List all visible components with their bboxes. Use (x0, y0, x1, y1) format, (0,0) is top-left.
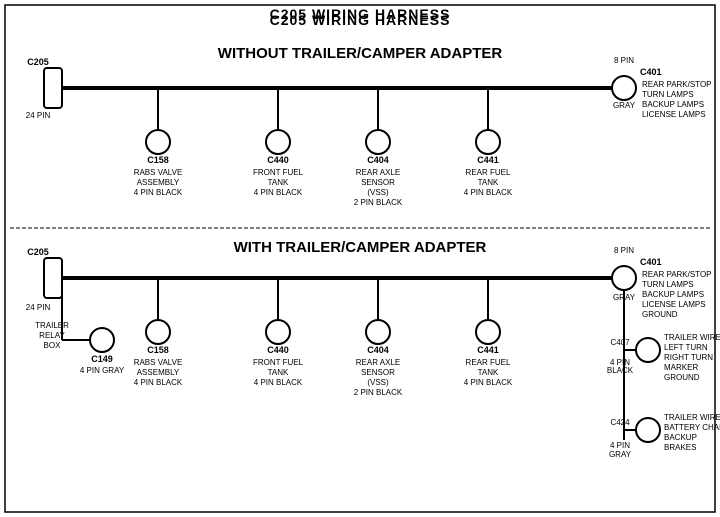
svg-text:GROUND: GROUND (642, 310, 678, 319)
svg-text:TURN LAMPS: TURN LAMPS (642, 280, 694, 289)
svg-text:REAR AXLE: REAR AXLE (356, 168, 400, 177)
svg-text:C404: C404 (367, 345, 389, 355)
svg-text:BLACK: BLACK (607, 366, 634, 375)
svg-text:4 PIN BLACK: 4 PIN BLACK (464, 188, 513, 197)
page-title: C205 WIRING HARNESS (0, 6, 720, 28)
svg-text:(VSS): (VSS) (367, 378, 389, 387)
svg-text:4 PIN GRAY: 4 PIN GRAY (80, 366, 125, 375)
svg-text:4 PIN BLACK: 4 PIN BLACK (254, 188, 303, 197)
svg-text:TRAILER WIRES: TRAILER WIRES (664, 413, 720, 422)
svg-text:RIGHT TURN: RIGHT TURN (664, 353, 713, 362)
svg-text:SENSOR: SENSOR (361, 178, 395, 187)
svg-text:BACKUP: BACKUP (664, 433, 697, 442)
svg-text:C441: C441 (477, 345, 499, 355)
svg-text:C407: C407 (610, 338, 630, 347)
svg-text:BRAKES: BRAKES (664, 443, 696, 452)
svg-text:8 PIN: 8 PIN (614, 56, 634, 65)
svg-text:REAR AXLE: REAR AXLE (356, 358, 400, 367)
svg-text:GRAY: GRAY (613, 101, 636, 110)
svg-text:RABS VALVE: RABS VALVE (134, 358, 183, 367)
svg-text:C440: C440 (267, 345, 289, 355)
svg-text:MARKER: MARKER (664, 363, 698, 372)
svg-text:WITH TRAILER/CAMPER ADAPTER: WITH TRAILER/CAMPER ADAPTER (234, 239, 487, 256)
svg-text:C158: C158 (147, 155, 169, 165)
svg-text:8 PIN: 8 PIN (614, 246, 634, 255)
svg-text:ASSEMBLY: ASSEMBLY (137, 178, 180, 187)
svg-text:TANK: TANK (478, 368, 499, 377)
svg-text:REAR FUEL: REAR FUEL (466, 358, 511, 367)
svg-text:C205: C205 (27, 57, 49, 67)
svg-text:LEFT TURN: LEFT TURN (664, 343, 708, 352)
svg-text:4 PIN BLACK: 4 PIN BLACK (464, 378, 513, 387)
svg-text:GROUND: GROUND (664, 373, 700, 382)
svg-text:4 PIN: 4 PIN (610, 441, 630, 450)
svg-text:TRAILER: TRAILER (35, 321, 69, 330)
svg-text:4 PIN BLACK: 4 PIN BLACK (254, 378, 303, 387)
svg-text:(VSS): (VSS) (367, 188, 389, 197)
svg-text:C441: C441 (477, 155, 499, 165)
svg-text:2 PIN BLACK: 2 PIN BLACK (354, 198, 403, 207)
svg-text:SENSOR: SENSOR (361, 368, 395, 377)
svg-text:TURN LAMPS: TURN LAMPS (642, 90, 694, 99)
svg-text:FRONT FUEL: FRONT FUEL (253, 358, 304, 367)
svg-text:4 PIN BLACK: 4 PIN BLACK (134, 378, 183, 387)
svg-text:LICENSE LAMPS: LICENSE LAMPS (642, 110, 706, 119)
svg-text:2 PIN BLACK: 2 PIN BLACK (354, 388, 403, 397)
svg-text:C158: C158 (147, 345, 169, 355)
svg-text:GRAY: GRAY (609, 450, 632, 459)
svg-text:C401: C401 (640, 257, 662, 267)
svg-text:BACKUP LAMPS: BACKUP LAMPS (642, 290, 704, 299)
svg-text:FRONT FUEL: FRONT FUEL (253, 168, 304, 177)
svg-text:BOX: BOX (44, 341, 62, 350)
svg-text:RELAY: RELAY (39, 331, 65, 340)
svg-text:C424: C424 (610, 418, 630, 427)
svg-text:RABS VALVE: RABS VALVE (134, 168, 183, 177)
svg-text:ASSEMBLY: ASSEMBLY (137, 368, 180, 377)
svg-text:C440: C440 (267, 155, 289, 165)
top-section-label: WITHOUT TRAILER/CAMPER ADAPTER (218, 45, 503, 62)
svg-text:TANK: TANK (268, 178, 289, 187)
svg-text:BATTERY CHARGE: BATTERY CHARGE (664, 423, 720, 432)
svg-text:C401: C401 (640, 67, 662, 77)
svg-text:C149: C149 (91, 354, 113, 364)
svg-text:TANK: TANK (478, 178, 499, 187)
svg-text:24 PIN: 24 PIN (26, 303, 51, 312)
svg-text:C404: C404 (367, 155, 389, 165)
svg-text:REAR FUEL: REAR FUEL (466, 168, 511, 177)
svg-text:TANK: TANK (268, 368, 289, 377)
svg-text:C205: C205 (27, 247, 49, 257)
diagram: C205 WIRING HARNESS WITHOUT TRAILER/CAMP… (0, 0, 720, 517)
svg-text:REAR PARK/STOP: REAR PARK/STOP (642, 270, 712, 279)
svg-text:4 PIN BLACK: 4 PIN BLACK (134, 188, 183, 197)
svg-text:BACKUP LAMPS: BACKUP LAMPS (642, 100, 704, 109)
svg-text:LICENSE LAMPS: LICENSE LAMPS (642, 300, 706, 309)
svg-text:24 PIN: 24 PIN (26, 111, 51, 120)
svg-text:REAR PARK/STOP: REAR PARK/STOP (642, 80, 712, 89)
svg-text:TRAILER WIRES: TRAILER WIRES (664, 333, 720, 342)
